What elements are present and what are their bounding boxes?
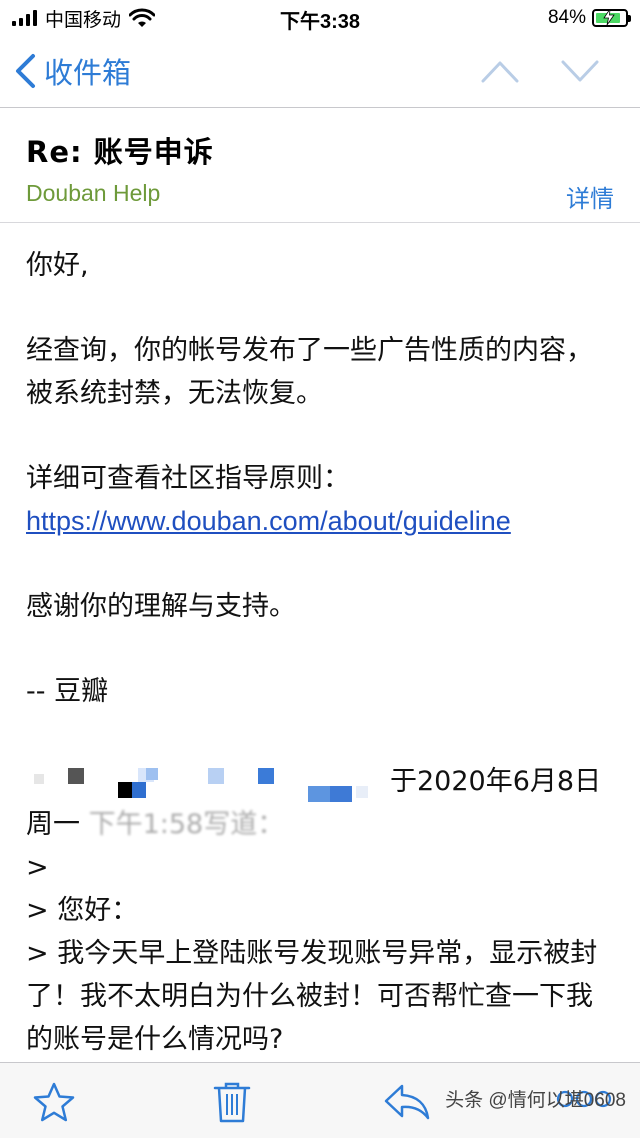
- message-header: Re: 账号申诉 Douban Help 详情: [0, 109, 640, 223]
- navigation-bar: 收件箱: [0, 36, 640, 108]
- guideline-prefix: 详细可查看社区指导原则：: [26, 463, 350, 494]
- reply-icon: [384, 1084, 430, 1120]
- details-button[interactable]: 详情: [566, 179, 614, 214]
- bottom-toolbar: 头条 @情何以堪0608: [0, 1062, 640, 1138]
- back-button[interactable]: 收件箱: [14, 50, 131, 92]
- status-time: 下午3:38: [279, 11, 361, 33]
- guideline-paragraph: 详细可查看社区指导原则： https://www.douban.com/about…: [26, 457, 618, 543]
- thanks-paragraph: 感谢你的理解与支持。: [26, 591, 296, 622]
- reply-button[interactable]: [382, 1081, 432, 1123]
- redacted-email: [26, 760, 388, 803]
- quote-weekday: 周一: [26, 809, 80, 840]
- greeting: 你好,: [26, 250, 89, 281]
- trash-icon: [213, 1082, 251, 1123]
- watermark-text: 头条 @情何以堪0608: [445, 1090, 626, 1111]
- quote-date: 于2020年6月8日: [390, 766, 602, 797]
- sender-name[interactable]: Douban Help: [26, 180, 160, 207]
- battery-percent: 84%: [547, 7, 586, 28]
- quote-time: 下午1:58写道：: [88, 809, 285, 840]
- back-chevron-icon: [16, 54, 35, 88]
- signature: -- 豆瓣: [26, 676, 109, 707]
- star-icon: [33, 1082, 75, 1122]
- message-subject: Re: 账号申诉: [26, 135, 214, 169]
- quote-line: > 您好：: [26, 895, 139, 926]
- message-body: 你好, 经查询，你的帐号发布了一些广告性质的内容，被系统封禁，无法恢复。 详细可…: [26, 244, 618, 755]
- guideline-link[interactable]: https://www.douban.com/about/guideline: [26, 506, 511, 536]
- quote-line: >: [26, 852, 49, 883]
- flag-button[interactable]: [32, 1081, 76, 1123]
- battery-icon: [592, 9, 631, 27]
- status-bar: 中国移动 下午3:38 84%: [0, 0, 640, 36]
- charging-bolt-icon: [603, 9, 615, 25]
- quoted-message: 于2020年6月8日 周一 下午1:58写道： > > 您好： > 我今天早上登…: [26, 760, 618, 1061]
- up-arrow-icon[interactable]: [480, 58, 520, 84]
- delete-button[interactable]: [212, 1081, 252, 1123]
- back-label: 收件箱: [44, 56, 132, 90]
- quote-line: > 我今天早上登陆账号发现账号异常，显示被封了！我不太明白为什么被封！可否帮忙查…: [26, 938, 598, 1055]
- body-paragraph: 经查询，你的帐号发布了一些广告性质的内容，被系统封禁，无法恢复。: [26, 335, 593, 409]
- down-arrow-icon[interactable]: [560, 58, 600, 84]
